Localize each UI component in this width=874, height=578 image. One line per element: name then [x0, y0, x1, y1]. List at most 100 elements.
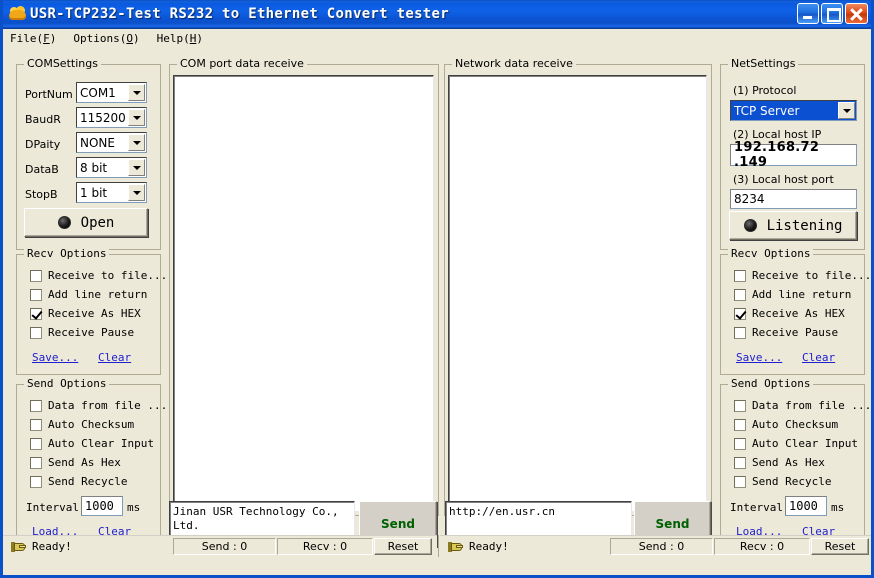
right-receive-to-file-checkbox[interactable]: Receive to file...: [734, 269, 871, 282]
right-receive-as-hex-checkbox[interactable]: Receive As HEX: [734, 307, 845, 320]
chevron-down-icon[interactable]: [128, 184, 145, 201]
stopb-label: StopB: [25, 188, 58, 201]
left-auto-checksum-checkbox[interactable]: Auto Checksum: [30, 418, 134, 431]
com-port-receive-legend: COM port data receive: [177, 57, 307, 70]
left-send-recycle-label: Send Recycle: [48, 475, 128, 488]
checkbox-icon[interactable]: [30, 288, 42, 301]
maximize-button[interactable]: [821, 3, 843, 24]
listening-button-label: Listening: [766, 217, 843, 234]
left-add-line-return-label: Add line return: [48, 288, 148, 301]
menu-item-options[interactable]: Options(O): [73, 31, 147, 46]
com-port-receive-pane[interactable]: [173, 75, 434, 512]
network-send-button-label: Send: [655, 517, 690, 531]
left-add-line-return-checkbox[interactable]: Add line return: [30, 288, 147, 301]
checkbox-icon[interactable]: [30, 326, 42, 339]
checkbox-icon[interactable]: [734, 456, 746, 469]
status-left-reset-button[interactable]: Reset: [374, 538, 432, 555]
left-recv-save-link[interactable]: Save...: [32, 351, 78, 364]
left-auto-checksum-label: Auto Checksum: [48, 418, 135, 431]
checkbox-icon[interactable]: [734, 326, 746, 339]
left-receive-pause-label: Receive Pause: [48, 326, 135, 339]
right-add-line-return-checkbox[interactable]: Add line return: [734, 288, 851, 301]
status-left-send-count: Send : 0: [173, 538, 276, 555]
right-receive-to-file-label: Receive to file...: [752, 269, 872, 282]
chevron-down-icon[interactable]: [128, 84, 145, 101]
local-host-ip-value: 192.168.72 .149: [734, 140, 820, 170]
checkbox-checked-icon[interactable]: [734, 307, 746, 320]
menu-item-help[interactable]: Help(H): [157, 31, 211, 46]
protocol-combo[interactable]: TCP Server: [730, 100, 857, 121]
right-interval-input[interactable]: 1000: [785, 496, 827, 516]
right-send-as-hex-checkbox[interactable]: Send As Hex: [734, 456, 825, 469]
dpaity-label: DPaity: [25, 138, 61, 151]
status-right-ready: Ready!: [440, 540, 610, 553]
menu-item-file[interactable]: File(F): [10, 31, 64, 46]
left-send-recycle-checkbox[interactable]: Send Recycle: [30, 475, 127, 488]
local-host-ip-input[interactable]: 192.168.72 .149: [730, 140, 857, 170]
right-receive-pause-checkbox[interactable]: Receive Pause: [734, 326, 838, 339]
left-recv-clear-link[interactable]: Clear: [98, 351, 131, 364]
checkbox-icon[interactable]: [30, 437, 42, 450]
checkbox-icon[interactable]: [734, 475, 746, 488]
local-host-port-input[interactable]: 8234: [730, 189, 857, 209]
dpaity-combo[interactable]: NONE: [76, 132, 147, 153]
checkbox-icon[interactable]: [30, 399, 42, 412]
status-right-reset-button[interactable]: Reset: [811, 538, 869, 555]
left-interval-value: 1000: [85, 499, 114, 513]
chevron-down-icon[interactable]: [128, 109, 145, 126]
checkbox-icon[interactable]: [734, 437, 746, 450]
open-button-label: Open: [80, 214, 115, 231]
checkbox-icon[interactable]: [30, 269, 42, 282]
chevron-down-icon[interactable]: [128, 134, 145, 151]
right-recv-save-link[interactable]: Save...: [736, 351, 782, 364]
checkbox-icon[interactable]: [30, 475, 42, 488]
close-icon[interactable]: [845, 3, 868, 24]
left-send-as-hex-checkbox[interactable]: Send As Hex: [30, 456, 121, 469]
right-send-recycle-checkbox[interactable]: Send Recycle: [734, 475, 831, 488]
baudr-value: 115200: [80, 110, 126, 125]
left-interval-label: Interval: [26, 501, 79, 514]
checkbox-icon[interactable]: [734, 288, 746, 301]
right-auto-clear-input-checkbox[interactable]: Auto Clear Input: [734, 437, 858, 450]
chevron-down-icon[interactable]: [128, 159, 145, 176]
listening-button[interactable]: Listening: [729, 211, 857, 240]
checkbox-icon[interactable]: [30, 456, 42, 469]
right-add-line-return-label: Add line return: [752, 288, 852, 301]
checkbox-icon[interactable]: [30, 418, 42, 431]
left-receive-pause-checkbox[interactable]: Receive Pause: [30, 326, 134, 339]
open-button[interactable]: Open: [24, 208, 148, 237]
datab-combo[interactable]: 8 bit: [76, 157, 147, 178]
left-receive-to-file-checkbox[interactable]: Receive to file...: [30, 269, 167, 282]
right-data-from-file-label: Data from file ...: [752, 399, 872, 412]
status-bar-right: Ready! Send : 0 Recv : 0 Reset: [440, 535, 871, 557]
left-recv-options-legend: Recv Options: [24, 247, 110, 260]
right-auto-clear-input-label: Auto Clear Input: [752, 437, 858, 450]
portnum-value: COM1: [80, 85, 116, 100]
menu-bar: File(F) Options(O) Help(H): [3, 29, 871, 47]
chevron-down-icon[interactable]: [838, 102, 855, 119]
right-receive-as-hex-label: Receive As HEX: [752, 307, 845, 320]
stopb-combo[interactable]: 1 bit: [76, 182, 147, 203]
left-interval-input[interactable]: 1000: [81, 496, 123, 516]
minimize-button[interactable]: [797, 3, 819, 24]
network-receive-pane[interactable]: [448, 75, 707, 512]
right-send-as-hex-label: Send As Hex: [752, 456, 825, 469]
right-interval-unit: ms: [831, 501, 845, 514]
left-receive-as-hex-checkbox[interactable]: Receive As HEX: [30, 307, 141, 320]
right-auto-checksum-checkbox[interactable]: Auto Checksum: [734, 418, 838, 431]
local-host-port-value: 8234: [734, 192, 765, 206]
portnum-combo[interactable]: COM1: [76, 82, 147, 103]
checkbox-icon[interactable]: [734, 269, 746, 282]
protocol-value: TCP Server: [734, 103, 800, 118]
stopb-value: 1 bit: [80, 185, 108, 200]
right-recv-clear-link[interactable]: Clear: [802, 351, 835, 364]
baudr-combo[interactable]: 115200: [76, 107, 147, 128]
left-data-from-file-checkbox[interactable]: Data from file ...: [30, 399, 167, 412]
left-auto-clear-input-checkbox[interactable]: Auto Clear Input: [30, 437, 154, 450]
left-send-as-hex-label: Send As Hex: [48, 456, 121, 469]
net-settings-legend: NetSettings: [728, 57, 799, 70]
checkbox-icon[interactable]: [734, 418, 746, 431]
right-data-from-file-checkbox[interactable]: Data from file ...: [734, 399, 871, 412]
checkbox-checked-icon[interactable]: [30, 307, 42, 320]
checkbox-icon[interactable]: [734, 399, 746, 412]
